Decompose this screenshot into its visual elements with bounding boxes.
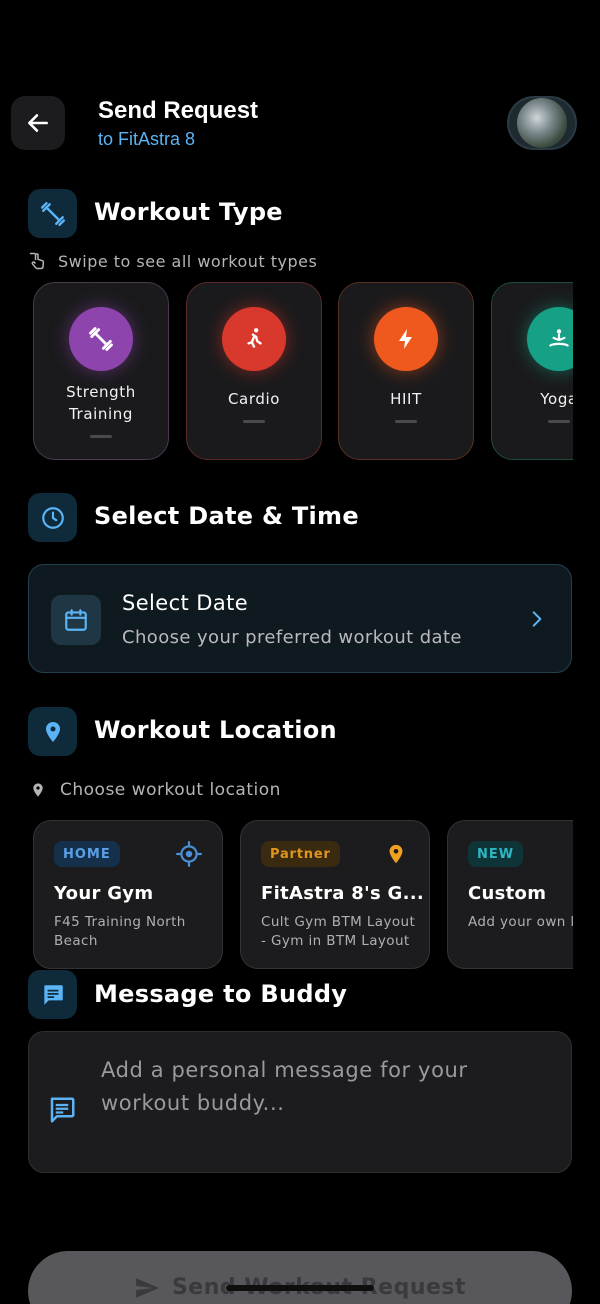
back-button[interactable] — [11, 96, 65, 150]
workout-type-label: Yoga — [540, 390, 573, 408]
workout-type-hiit[interactable]: HIIT — [338, 282, 474, 460]
swipe-hint: Swipe to see all workout types — [28, 250, 317, 272]
dumbbell-icon — [28, 189, 77, 238]
workout-type-label: Cardio — [227, 390, 281, 408]
home-indicator — [226, 1285, 374, 1291]
lightning-icon — [374, 307, 438, 371]
message-title: Message to Buddy — [94, 980, 348, 1008]
workout-type-label: Strength Training — [66, 383, 136, 423]
workout-location-title: Workout Location — [94, 716, 337, 744]
select-date-card[interactable]: Select Date Choose your preferred workou… — [28, 564, 572, 673]
location-pin-icon — [28, 707, 77, 756]
location-desc: Add your own location — [468, 914, 573, 930]
map-pin-icon — [33, 783, 43, 797]
location-desc: F45 Training North Beach — [54, 914, 186, 949]
chevron-right-icon — [532, 611, 542, 627]
message-placeholder: Add a personal message for your workout … — [101, 1058, 468, 1115]
location-hint: Choose workout location — [30, 780, 281, 800]
location-desc: Cult Gym BTM Layout - Gym in BTM Layout — [261, 914, 416, 949]
location-card-partner[interactable]: Partner FitAstra 8's G... Cult Gym BTM L… — [240, 820, 430, 969]
new-badge: NEW — [468, 841, 524, 867]
message-icon — [28, 970, 77, 1019]
workout-type-cardio[interactable]: Cardio — [186, 282, 322, 460]
workout-type-list[interactable]: StrengthTraining Cardio HIIT Yoga — [33, 282, 573, 462]
map-pin-icon — [389, 844, 403, 864]
message-input[interactable]: Add a personal message for your workout … — [28, 1031, 572, 1173]
swipe-hint-text: Swipe to see all workout types — [58, 251, 318, 271]
avatar[interactable] — [507, 96, 577, 150]
home-badge: HOME — [54, 841, 120, 867]
workout-type-strength[interactable]: Strength Training — [33, 282, 169, 460]
dumbbell-icon — [69, 307, 133, 371]
workout-type-title: Workout Type — [94, 198, 283, 226]
select-date-subtitle: Choose your preferred workout date — [122, 627, 462, 648]
page-subtitle: to FitAstra 8 — [98, 129, 196, 149]
send-workout-request-button[interactable]: Send Workout Request — [28, 1251, 572, 1304]
page-title: Send Request — [98, 97, 259, 124]
select-date-title: Select Date — [122, 591, 249, 615]
location-card-custom[interactable]: NEW Custom Add your own location — [447, 820, 573, 969]
running-icon — [222, 307, 286, 371]
swipe-hand-icon — [29, 252, 45, 270]
date-time-title: Select Date & Time — [94, 502, 359, 530]
location-hint-text: Choose workout location — [60, 780, 281, 800]
partner-badge: Partner — [261, 841, 340, 867]
clock-icon — [28, 493, 77, 542]
message-icon — [50, 1097, 75, 1123]
send-icon — [136, 1278, 159, 1298]
target-location-icon — [176, 841, 202, 867]
meditation-icon — [527, 307, 573, 371]
arrow-left-icon — [28, 114, 48, 132]
location-name: Your Gym — [54, 883, 154, 904]
location-list[interactable]: HOME Your Gym F45 Training North Beach P… — [33, 820, 573, 972]
location-name: Custom — [468, 883, 547, 904]
workout-type-label: HIIT — [390, 390, 422, 408]
location-card-home[interactable]: HOME Your Gym F45 Training North Beach — [33, 820, 223, 969]
location-name: FitAstra 8's G... — [261, 883, 425, 904]
workout-type-yoga[interactable]: Yoga — [491, 282, 573, 460]
calendar-icon — [51, 595, 101, 645]
